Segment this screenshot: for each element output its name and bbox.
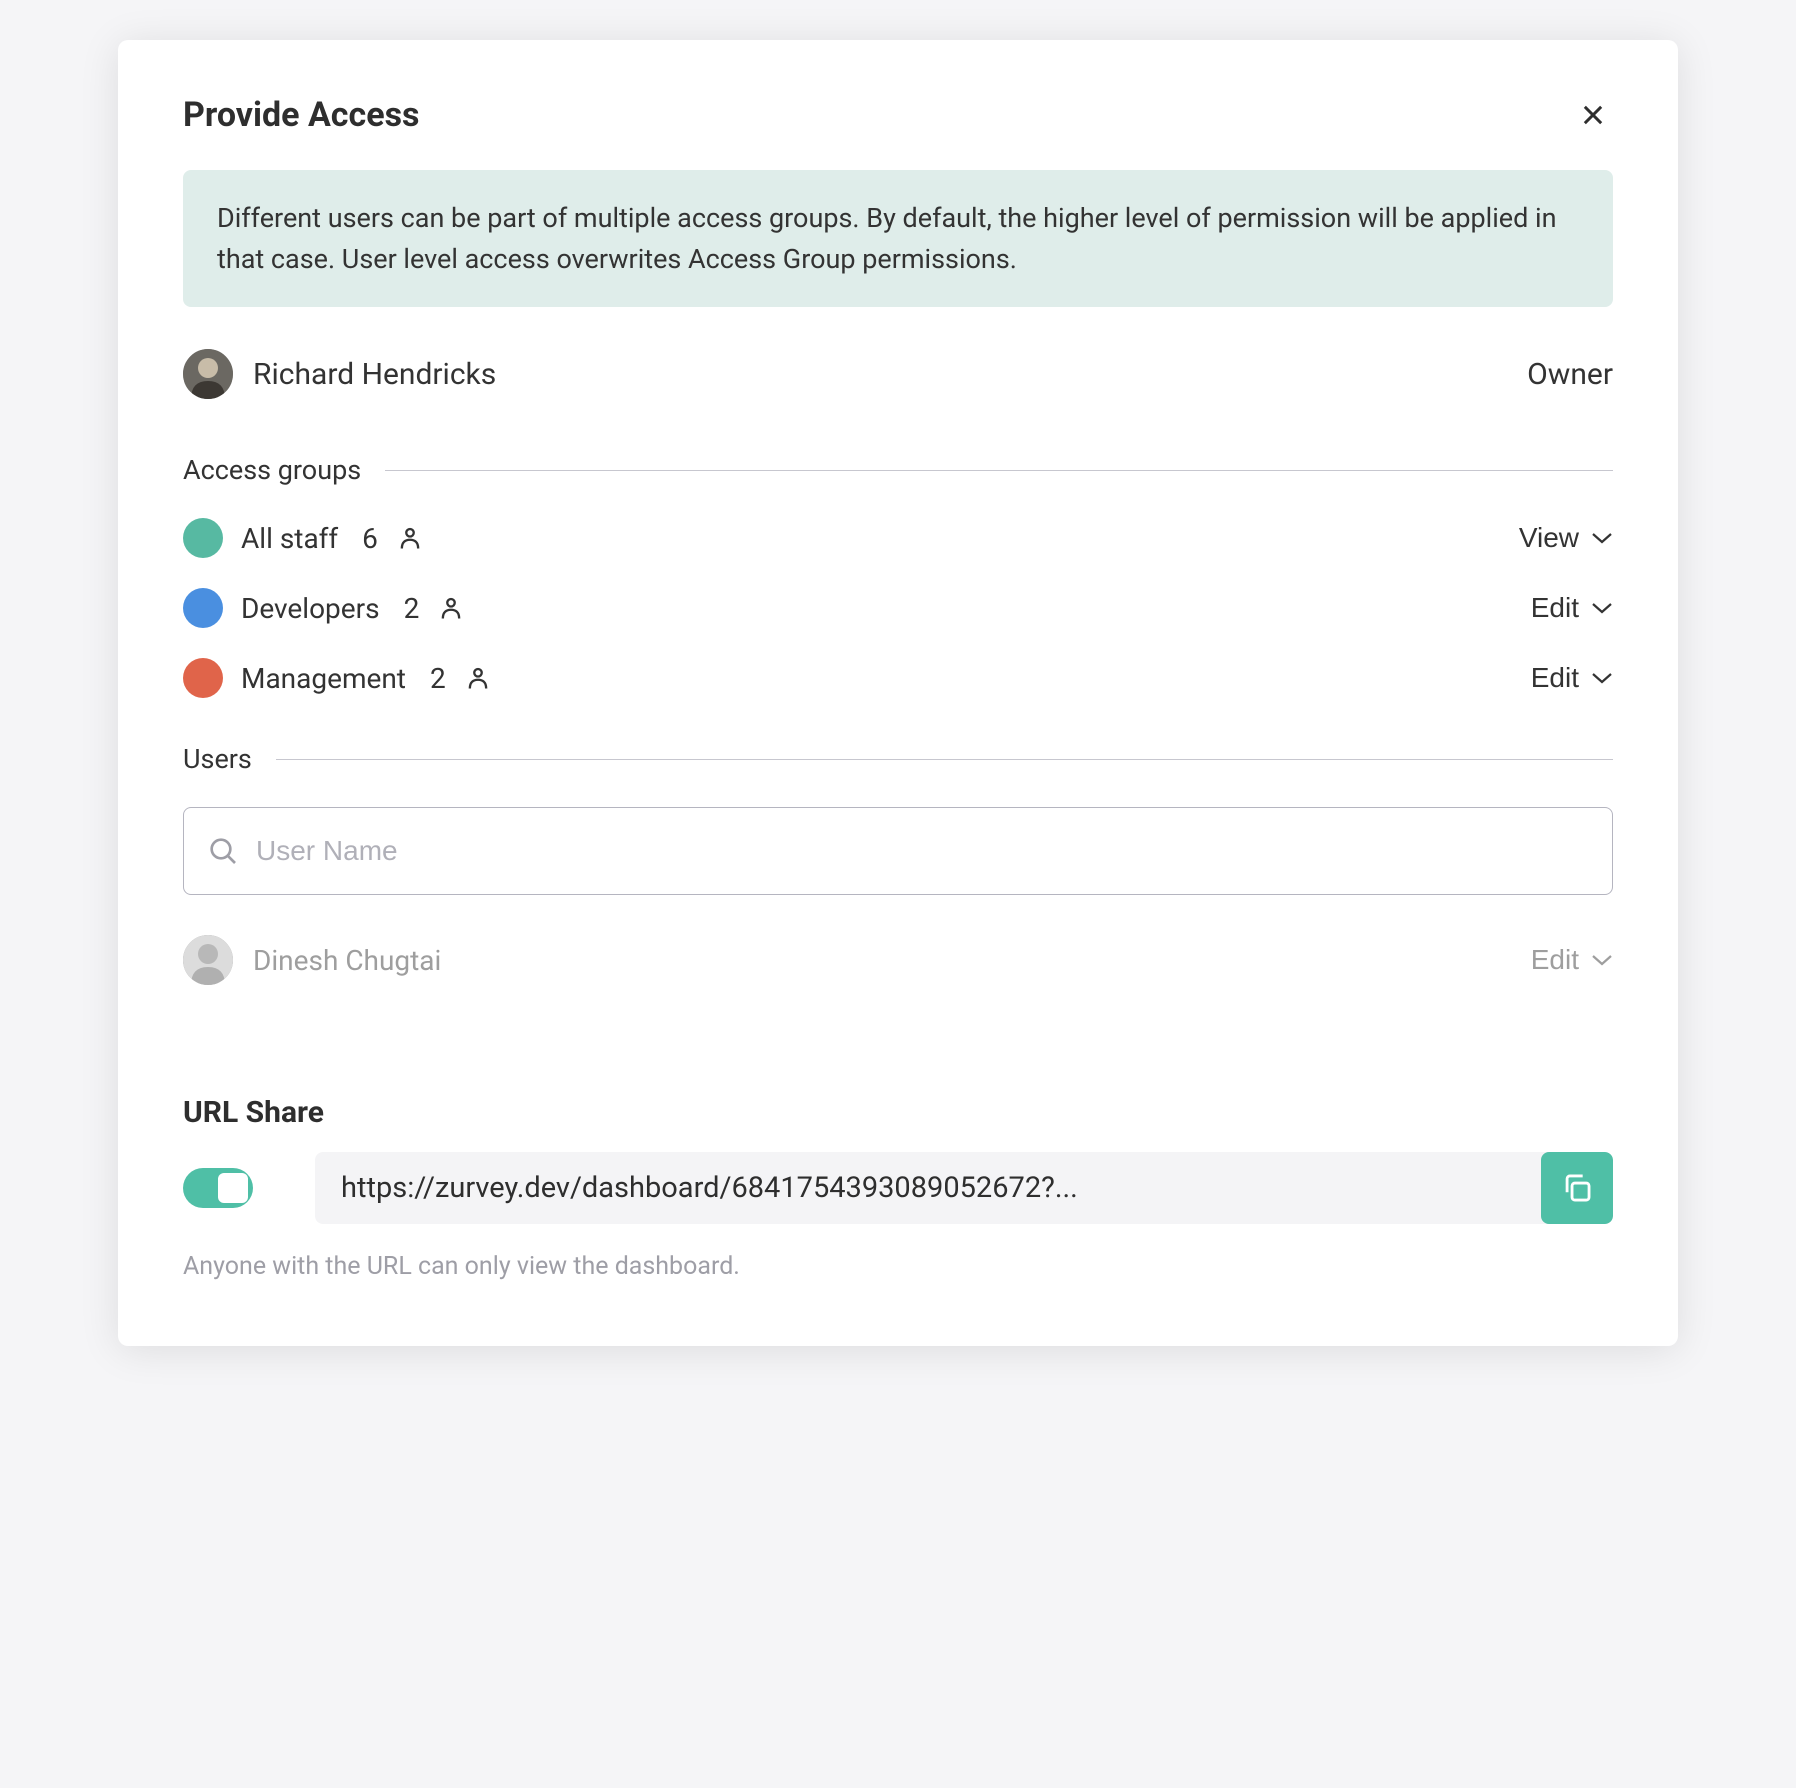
copy-url-button[interactable] — [1541, 1152, 1613, 1224]
copy-icon — [1560, 1171, 1594, 1205]
permission-label: Edit — [1531, 944, 1579, 976]
access-group-left: Developers 2 — [183, 588, 465, 628]
group-name: Management — [241, 662, 406, 695]
owner-left: Richard Hendricks — [183, 349, 496, 399]
users-section-header: Users — [183, 743, 1613, 775]
url-share-row: https://zurvey.dev/dashboard/68417543930… — [183, 1152, 1613, 1224]
provide-access-modal: Provide Access Different users can be pa… — [118, 40, 1678, 1346]
user-avatar — [183, 935, 233, 985]
access-groups-label: Access groups — [183, 454, 361, 486]
user-icon — [396, 524, 424, 552]
owner-avatar — [183, 349, 233, 399]
group-name: All staff — [241, 522, 338, 555]
owner-role: Owner — [1527, 357, 1613, 392]
close-icon — [1579, 101, 1607, 129]
user-row: Dinesh Chugtai Edit — [183, 935, 1613, 985]
chevron-down-icon — [1591, 671, 1613, 685]
group-color-dot — [183, 658, 223, 698]
modal-title: Provide Access — [183, 95, 420, 135]
owner-name: Richard Hendricks — [253, 357, 496, 392]
search-icon — [207, 835, 239, 867]
group-color-dot — [183, 518, 223, 558]
divider-line — [385, 470, 1613, 471]
permission-select[interactable]: Edit — [1531, 662, 1613, 694]
url-field: https://zurvey.dev/dashboard/68417543930… — [315, 1152, 1613, 1224]
toggle-knob — [218, 1173, 248, 1203]
info-banner: Different users can be part of multiple … — [183, 170, 1613, 307]
divider-line — [276, 759, 1613, 760]
permission-label: Edit — [1531, 592, 1579, 624]
group-count: 2 — [430, 662, 446, 695]
group-color-dot — [183, 588, 223, 628]
group-count: 6 — [362, 522, 378, 555]
modal-header: Provide Access — [183, 95, 1613, 135]
group-count: 2 — [404, 592, 420, 625]
url-share-toggle[interactable] — [183, 1168, 253, 1208]
user-name: Dinesh Chugtai — [253, 944, 441, 977]
access-groups-section-header: Access groups — [183, 454, 1613, 486]
permission-select[interactable]: View — [1519, 522, 1613, 554]
access-group-row: Developers 2 Edit — [183, 588, 1613, 628]
user-left: Dinesh Chugtai — [183, 935, 441, 985]
permission-select[interactable]: Edit — [1531, 592, 1613, 624]
permission-select[interactable]: Edit — [1531, 944, 1613, 976]
permission-label: Edit — [1531, 662, 1579, 694]
close-button[interactable] — [1573, 95, 1613, 135]
group-name: Developers — [241, 592, 380, 625]
chevron-down-icon — [1591, 601, 1613, 615]
owner-row: Richard Hendricks Owner — [183, 349, 1613, 399]
url-share-title: URL Share — [183, 1095, 1613, 1130]
permission-label: View — [1519, 522, 1579, 554]
access-group-row: Management 2 Edit — [183, 658, 1613, 698]
chevron-down-icon — [1591, 953, 1613, 967]
user-icon — [464, 664, 492, 692]
users-label: Users — [183, 743, 252, 775]
access-groups-list: All staff 6 View Developers 2 — [183, 518, 1613, 698]
access-group-left: Management 2 — [183, 658, 492, 698]
url-text[interactable]: https://zurvey.dev/dashboard/68417543930… — [315, 1171, 1541, 1205]
url-share-note: Anyone with the URL can only view the da… — [183, 1252, 1613, 1281]
access-group-left: All staff 6 — [183, 518, 424, 558]
user-search-wrap — [183, 807, 1613, 895]
access-group-row: All staff 6 View — [183, 518, 1613, 558]
user-icon — [437, 594, 465, 622]
user-search-input[interactable] — [183, 807, 1613, 895]
chevron-down-icon — [1591, 531, 1613, 545]
